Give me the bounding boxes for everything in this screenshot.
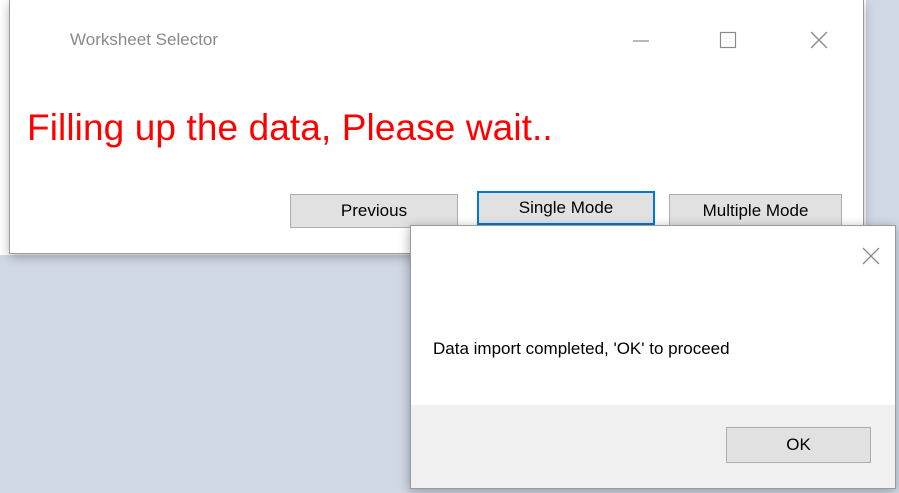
minimize-button[interactable]	[618, 14, 664, 66]
dialog-message: Data import completed, 'OK' to proceed	[433, 339, 730, 358]
maximize-button[interactable]	[705, 14, 751, 66]
desktop: Worksheet Selector Filling up the data, …	[0, 0, 899, 493]
close-icon	[862, 247, 880, 265]
multiple-mode-button[interactable]: Multiple Mode	[669, 194, 842, 228]
status-message: Filling up the data, Please wait..	[27, 107, 553, 148]
dialog-close-button[interactable]	[851, 236, 891, 276]
worksheet-selector-window: Worksheet Selector Filling up the data, …	[9, 0, 864, 254]
dialog-footer: OK	[411, 405, 895, 488]
window-title: Worksheet Selector	[70, 30, 219, 49]
previous-button[interactable]: Previous	[290, 194, 458, 228]
close-button[interactable]	[796, 14, 842, 66]
message-dialog: Data import completed, 'OK' to proceed O…	[410, 225, 896, 489]
ok-button[interactable]: OK	[726, 427, 871, 463]
single-mode-button[interactable]: Single Mode	[477, 191, 655, 225]
maximize-icon	[719, 31, 737, 49]
minimize-icon	[633, 40, 649, 42]
close-icon	[810, 31, 828, 49]
